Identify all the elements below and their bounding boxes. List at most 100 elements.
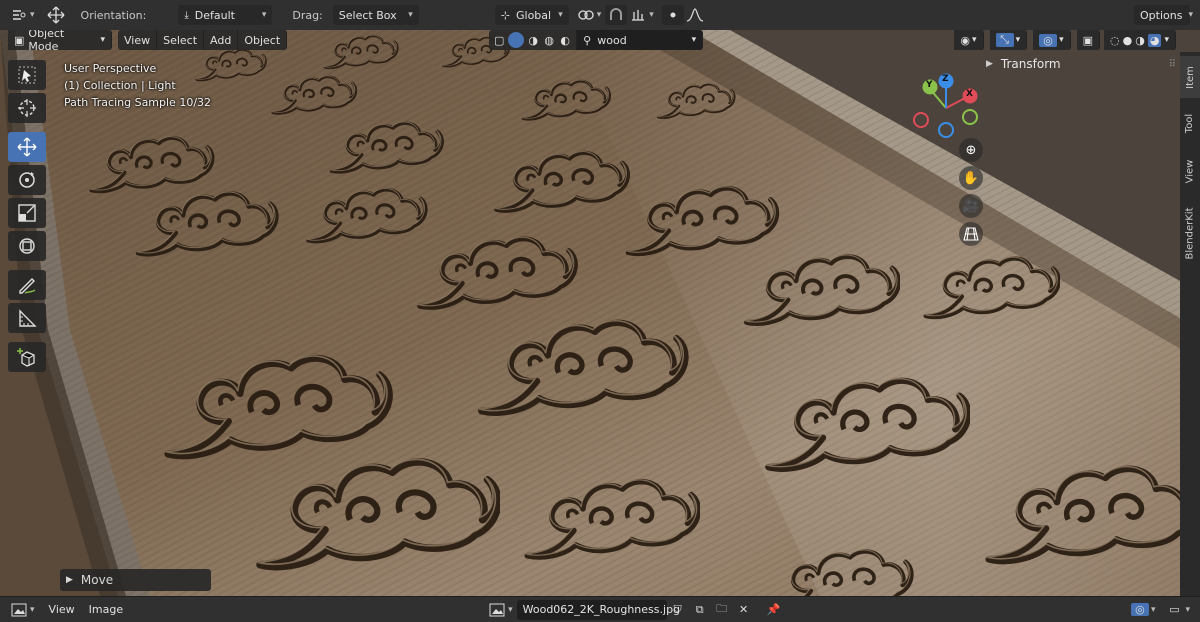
shading-filter-buttons[interactable]: ▢ ◑ ◍ ◐ [489,30,578,50]
menu-add[interactable]: Add [204,30,239,50]
move-gizmo-icon[interactable] [45,5,67,25]
menu-view[interactable]: View [118,30,158,50]
search-field[interactable]: ⚲ wood ▾ [577,30,704,50]
redo-last-panel[interactable]: ▶ Move [60,569,211,591]
snap-icon[interactable] [605,5,628,25]
snap-target-icon[interactable] [627,5,649,25]
open-image-button[interactable]: 🗀 [711,600,733,620]
menu-object[interactable]: Object [238,30,288,50]
hand-icon: ✋ [962,170,980,186]
channels-icon: ▭ [1169,603,1180,616]
pin-button[interactable]: 📌 [763,600,785,620]
orientation-value: Default [194,8,235,22]
tab-view[interactable]: View [1180,148,1200,194]
tool-add-cube[interactable] [8,342,46,372]
axis-x-label: X [966,89,973,99]
solid-shading-icon: ● [1122,33,1133,47]
object-mode-icon: ▣ [14,33,25,47]
overlays-toggle[interactable]: ◎ ▾ [1033,30,1071,50]
tool-cursor[interactable] [8,93,46,123]
shield-icon: ⛉ [673,602,682,616]
transform-panel-header[interactable]: ▶ Transform ⠿ [986,54,1176,74]
editor-type-dropdown[interactable] [8,600,30,620]
sidebar-tabs: Item Tool View BlenderKit [1180,52,1200,596]
fake-user-button[interactable]: ⛉ [667,600,689,620]
search-value: wood [597,33,627,47]
xray-toggle[interactable]: ▣ [1076,30,1101,50]
unlink-image-button[interactable]: ✕ [733,600,755,620]
search-icon: ⚲ [583,33,592,47]
tool-settings-bar: ▾ Orientation: ⤓ Default ▾ Drag: Select … [0,0,1200,30]
falloff-curve-icon[interactable] [684,5,706,25]
options-dropdown[interactable]: Options ▾ [1134,5,1193,25]
tool-transform[interactable] [8,231,46,261]
eye-icon: ◉ [960,33,971,47]
object-mode-dropdown[interactable]: ▣ Object Mode ▾ [8,30,112,53]
tab-blenderkit-label: BlenderKit [1184,207,1196,259]
pivot-point-icon[interactable] [575,5,597,25]
proportional-editing-icon[interactable] [661,5,684,25]
display-channels-button[interactable]: ▭ [1163,600,1185,620]
drag-handle-icon[interactable]: ⠿ [1169,59,1176,70]
3d-viewport[interactable]: ▣ Object Mode ▾ View Select Add Object ▢… [0,30,1200,596]
tool-annotate[interactable] [8,270,46,300]
tool-rotate[interactable] [8,165,46,195]
gizmo-toggle[interactable]: ⤡ ▾ [989,30,1028,50]
redo-panel-label: Move [80,573,114,587]
expand-arrow-icon: ▶ [66,575,73,585]
annotate-pencil-icon [19,278,36,294]
drag-dropdown[interactable]: Select Box ▾ [332,5,419,25]
move-icon [17,137,37,157]
orientation-label: Orientation: [80,8,147,22]
square-icon: ▢ [493,33,505,47]
tab-item[interactable]: Item [1180,56,1200,98]
global-axes-icon: ⊹ [500,8,510,22]
shading-mode-buttons[interactable]: ◌ ● ◑ ◕ ▾ [1104,30,1176,50]
select-box-icon [18,66,36,84]
menu-view[interactable]: View [49,603,75,616]
orientation-dropdown[interactable]: ⤓ Default ▾ [178,5,273,25]
rendered-wood-scene [0,30,1200,596]
menu-view-label: View [124,33,151,47]
menu-add-label: Add [210,33,232,47]
tab-view-label: View [1184,159,1196,183]
tab-tool-label: Tool [1184,113,1196,133]
image-name-field[interactable]: Wood062_2K_Roughness.jpg [516,599,680,620]
tab-item-label: Item [1184,65,1196,89]
new-image-button[interactable]: ⧉ [689,600,711,620]
camera-view-button[interactable]: 🎥 [959,194,983,218]
tool-select-box[interactable] [8,60,46,90]
chevron-down-icon: ▾ [261,10,267,20]
sphere-icon: ◑ [528,33,538,47]
grid-perspective-icon [963,227,979,241]
browse-image-button[interactable] [486,600,508,620]
options-label: Options [1140,8,1183,22]
sphere-material-icon [508,32,525,48]
menu-image[interactable]: Image [89,603,123,616]
camera-icon: 🎥 [962,198,980,214]
world-icon: ◍ [544,33,554,47]
material-shading-icon: ◑ [1135,33,1145,47]
overlays-toggle[interactable]: ◎ [1129,600,1151,620]
tab-tool[interactable]: Tool [1180,102,1200,144]
menu-select[interactable]: Select [157,30,205,50]
zoom-button[interactable]: ⊕ [959,138,983,162]
transform-pivot-icon[interactable] [8,5,30,25]
visibility-dropdown[interactable]: ◉ ▾ [954,30,984,50]
tool-move[interactable] [8,132,46,162]
viewport-header: ▣ Object Mode ▾ View Select Add Object ▢… [0,30,1200,53]
tab-blenderkit[interactable]: BlenderKit [1180,198,1200,268]
close-icon: ✕ [739,603,749,616]
transform-panel-title: Transform [1000,57,1061,71]
tool-measure[interactable] [8,303,46,333]
transform-icon [19,238,35,254]
xray-icon: ▣ [1082,33,1094,47]
collection-text: (1) Collection | Light [64,79,176,92]
image-editor-icon [11,603,27,616]
tool-scale[interactable] [8,198,46,228]
object-mode-label: Object Mode [28,30,65,53]
pan-button[interactable]: ✋ [959,166,983,190]
chevron-down-icon: ▾ [408,10,413,20]
transform-orientation-dropdown[interactable]: ⊹ Global ▾ [494,5,569,25]
perspective-toggle-button[interactable] [959,222,983,246]
